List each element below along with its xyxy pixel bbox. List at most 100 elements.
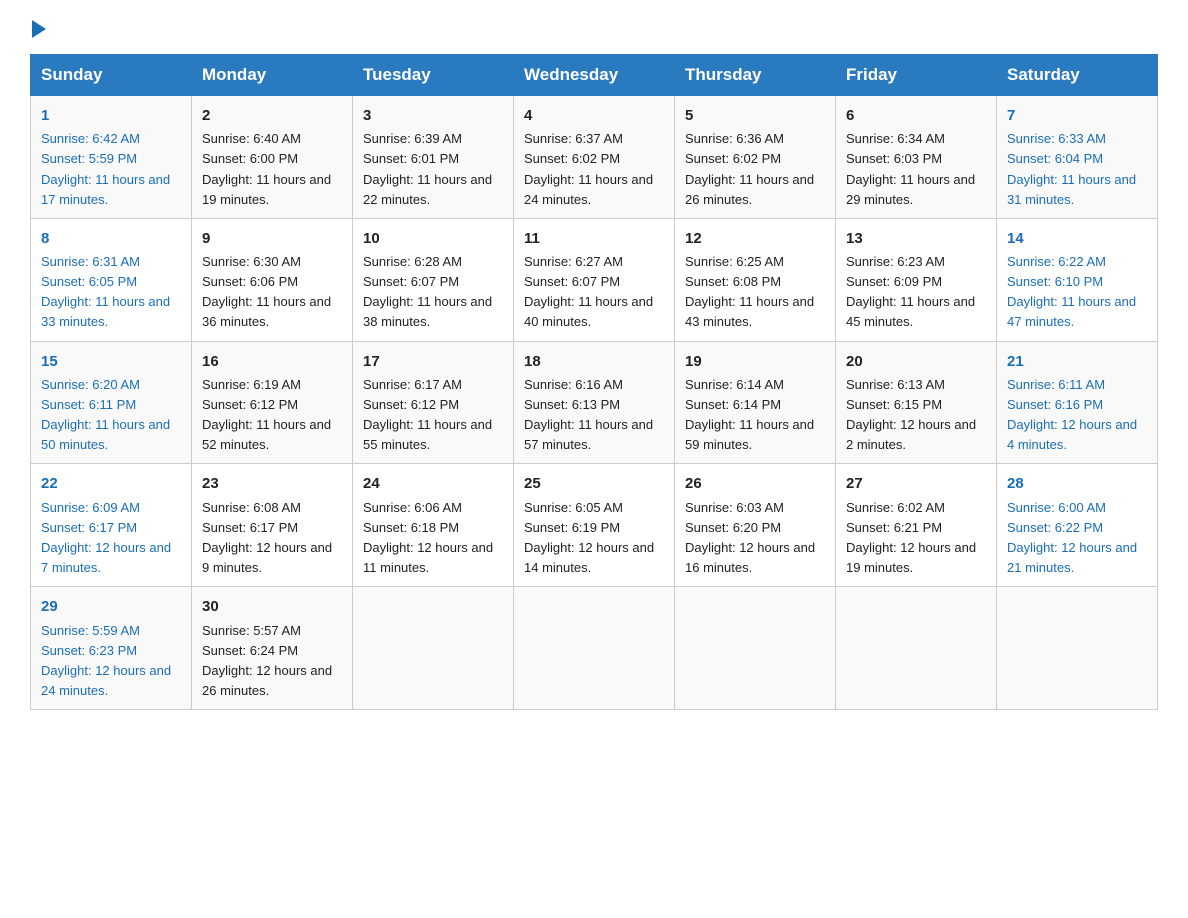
daylight-info: Daylight: 11 hours and 57 minutes. bbox=[524, 415, 664, 455]
calendar-header-row: SundayMondayTuesdayWednesdayThursdayFrid… bbox=[31, 55, 1158, 96]
day-number: 2 bbox=[202, 104, 342, 127]
calendar-cell: 14Sunrise: 6:22 AMSunset: 6:10 PMDayligh… bbox=[997, 218, 1158, 341]
calendar-cell bbox=[514, 587, 675, 710]
day-number: 15 bbox=[41, 350, 181, 373]
sunrise-info: Sunrise: 5:59 AM bbox=[41, 621, 181, 641]
sunrise-info: Sunrise: 6:14 AM bbox=[685, 375, 825, 395]
sunset-info: Sunset: 6:12 PM bbox=[363, 395, 503, 415]
week-row-5: 29Sunrise: 5:59 AMSunset: 6:23 PMDayligh… bbox=[31, 587, 1158, 710]
sunset-info: Sunset: 6:18 PM bbox=[363, 518, 503, 538]
calendar-cell: 12Sunrise: 6:25 AMSunset: 6:08 PMDayligh… bbox=[675, 218, 836, 341]
sunset-info: Sunset: 6:05 PM bbox=[41, 272, 181, 292]
sunrise-info: Sunrise: 6:36 AM bbox=[685, 129, 825, 149]
week-row-3: 15Sunrise: 6:20 AMSunset: 6:11 PMDayligh… bbox=[31, 341, 1158, 464]
sunrise-info: Sunrise: 6:25 AM bbox=[685, 252, 825, 272]
daylight-info: Daylight: 11 hours and 24 minutes. bbox=[524, 170, 664, 210]
day-number: 30 bbox=[202, 595, 342, 618]
daylight-info: Daylight: 11 hours and 33 minutes. bbox=[41, 292, 181, 332]
calendar-cell: 10Sunrise: 6:28 AMSunset: 6:07 PMDayligh… bbox=[353, 218, 514, 341]
calendar-cell: 11Sunrise: 6:27 AMSunset: 6:07 PMDayligh… bbox=[514, 218, 675, 341]
sunrise-info: Sunrise: 6:34 AM bbox=[846, 129, 986, 149]
calendar-cell: 6Sunrise: 6:34 AMSunset: 6:03 PMDaylight… bbox=[836, 96, 997, 219]
sunrise-info: Sunrise: 6:05 AM bbox=[524, 498, 664, 518]
day-number: 11 bbox=[524, 227, 664, 250]
calendar-cell bbox=[997, 587, 1158, 710]
day-number: 18 bbox=[524, 350, 664, 373]
daylight-info: Daylight: 11 hours and 52 minutes. bbox=[202, 415, 342, 455]
sunrise-info: Sunrise: 6:42 AM bbox=[41, 129, 181, 149]
daylight-info: Daylight: 12 hours and 14 minutes. bbox=[524, 538, 664, 578]
sunset-info: Sunset: 6:03 PM bbox=[846, 149, 986, 169]
calendar-cell: 18Sunrise: 6:16 AMSunset: 6:13 PMDayligh… bbox=[514, 341, 675, 464]
day-number: 27 bbox=[846, 472, 986, 495]
calendar-cell: 2Sunrise: 6:40 AMSunset: 6:00 PMDaylight… bbox=[192, 96, 353, 219]
calendar-cell: 9Sunrise: 6:30 AMSunset: 6:06 PMDaylight… bbox=[192, 218, 353, 341]
day-number: 3 bbox=[363, 104, 503, 127]
daylight-info: Daylight: 11 hours and 38 minutes. bbox=[363, 292, 503, 332]
daylight-info: Daylight: 11 hours and 59 minutes. bbox=[685, 415, 825, 455]
sunrise-info: Sunrise: 6:06 AM bbox=[363, 498, 503, 518]
day-number: 19 bbox=[685, 350, 825, 373]
calendar-cell: 13Sunrise: 6:23 AMSunset: 6:09 PMDayligh… bbox=[836, 218, 997, 341]
sunset-info: Sunset: 6:11 PM bbox=[41, 395, 181, 415]
day-number: 16 bbox=[202, 350, 342, 373]
calendar-cell: 1Sunrise: 6:42 AMSunset: 5:59 PMDaylight… bbox=[31, 96, 192, 219]
sunrise-info: Sunrise: 6:00 AM bbox=[1007, 498, 1147, 518]
day-number: 14 bbox=[1007, 227, 1147, 250]
sunrise-info: Sunrise: 6:19 AM bbox=[202, 375, 342, 395]
sunrise-info: Sunrise: 6:40 AM bbox=[202, 129, 342, 149]
sunrise-info: Sunrise: 6:08 AM bbox=[202, 498, 342, 518]
sunrise-info: Sunrise: 6:17 AM bbox=[363, 375, 503, 395]
calendar-cell: 22Sunrise: 6:09 AMSunset: 6:17 PMDayligh… bbox=[31, 464, 192, 587]
sunset-info: Sunset: 6:16 PM bbox=[1007, 395, 1147, 415]
logo-arrow-icon bbox=[32, 20, 46, 38]
sunset-info: Sunset: 6:02 PM bbox=[685, 149, 825, 169]
sunset-info: Sunset: 6:21 PM bbox=[846, 518, 986, 538]
day-number: 21 bbox=[1007, 350, 1147, 373]
daylight-info: Daylight: 12 hours and 21 minutes. bbox=[1007, 538, 1147, 578]
daylight-info: Daylight: 11 hours and 22 minutes. bbox=[363, 170, 503, 210]
day-number: 20 bbox=[846, 350, 986, 373]
sunset-info: Sunset: 6:06 PM bbox=[202, 272, 342, 292]
calendar-cell: 4Sunrise: 6:37 AMSunset: 6:02 PMDaylight… bbox=[514, 96, 675, 219]
sunset-info: Sunset: 6:15 PM bbox=[846, 395, 986, 415]
sunset-info: Sunset: 6:09 PM bbox=[846, 272, 986, 292]
daylight-info: Daylight: 11 hours and 50 minutes. bbox=[41, 415, 181, 455]
daylight-info: Daylight: 11 hours and 55 minutes. bbox=[363, 415, 503, 455]
sunrise-info: Sunrise: 6:28 AM bbox=[363, 252, 503, 272]
week-row-2: 8Sunrise: 6:31 AMSunset: 6:05 PMDaylight… bbox=[31, 218, 1158, 341]
sunrise-info: Sunrise: 6:20 AM bbox=[41, 375, 181, 395]
day-number: 13 bbox=[846, 227, 986, 250]
sunrise-info: Sunrise: 6:31 AM bbox=[41, 252, 181, 272]
sunset-info: Sunset: 6:02 PM bbox=[524, 149, 664, 169]
sunset-info: Sunset: 6:20 PM bbox=[685, 518, 825, 538]
week-row-4: 22Sunrise: 6:09 AMSunset: 6:17 PMDayligh… bbox=[31, 464, 1158, 587]
calendar-cell: 17Sunrise: 6:17 AMSunset: 6:12 PMDayligh… bbox=[353, 341, 514, 464]
daylight-info: Daylight: 11 hours and 26 minutes. bbox=[685, 170, 825, 210]
header-sunday: Sunday bbox=[31, 55, 192, 96]
sunrise-info: Sunrise: 6:39 AM bbox=[363, 129, 503, 149]
day-number: 1 bbox=[41, 104, 181, 127]
sunrise-info: Sunrise: 6:13 AM bbox=[846, 375, 986, 395]
daylight-info: Daylight: 11 hours and 36 minutes. bbox=[202, 292, 342, 332]
day-number: 4 bbox=[524, 104, 664, 127]
day-number: 23 bbox=[202, 472, 342, 495]
sunrise-info: Sunrise: 6:23 AM bbox=[846, 252, 986, 272]
sunrise-info: Sunrise: 6:30 AM bbox=[202, 252, 342, 272]
sunset-info: Sunset: 6:00 PM bbox=[202, 149, 342, 169]
day-number: 26 bbox=[685, 472, 825, 495]
calendar-cell bbox=[353, 587, 514, 710]
sunset-info: Sunset: 6:01 PM bbox=[363, 149, 503, 169]
calendar-cell: 30Sunrise: 5:57 AMSunset: 6:24 PMDayligh… bbox=[192, 587, 353, 710]
sunset-info: Sunset: 6:17 PM bbox=[202, 518, 342, 538]
day-number: 10 bbox=[363, 227, 503, 250]
daylight-info: Daylight: 12 hours and 2 minutes. bbox=[846, 415, 986, 455]
daylight-info: Daylight: 11 hours and 17 minutes. bbox=[41, 170, 181, 210]
logo bbox=[30, 20, 46, 36]
sunset-info: Sunset: 6:07 PM bbox=[524, 272, 664, 292]
calendar-cell: 19Sunrise: 6:14 AMSunset: 6:14 PMDayligh… bbox=[675, 341, 836, 464]
header-friday: Friday bbox=[836, 55, 997, 96]
sunset-info: Sunset: 6:14 PM bbox=[685, 395, 825, 415]
daylight-info: Daylight: 11 hours and 31 minutes. bbox=[1007, 170, 1147, 210]
calendar-cell bbox=[836, 587, 997, 710]
